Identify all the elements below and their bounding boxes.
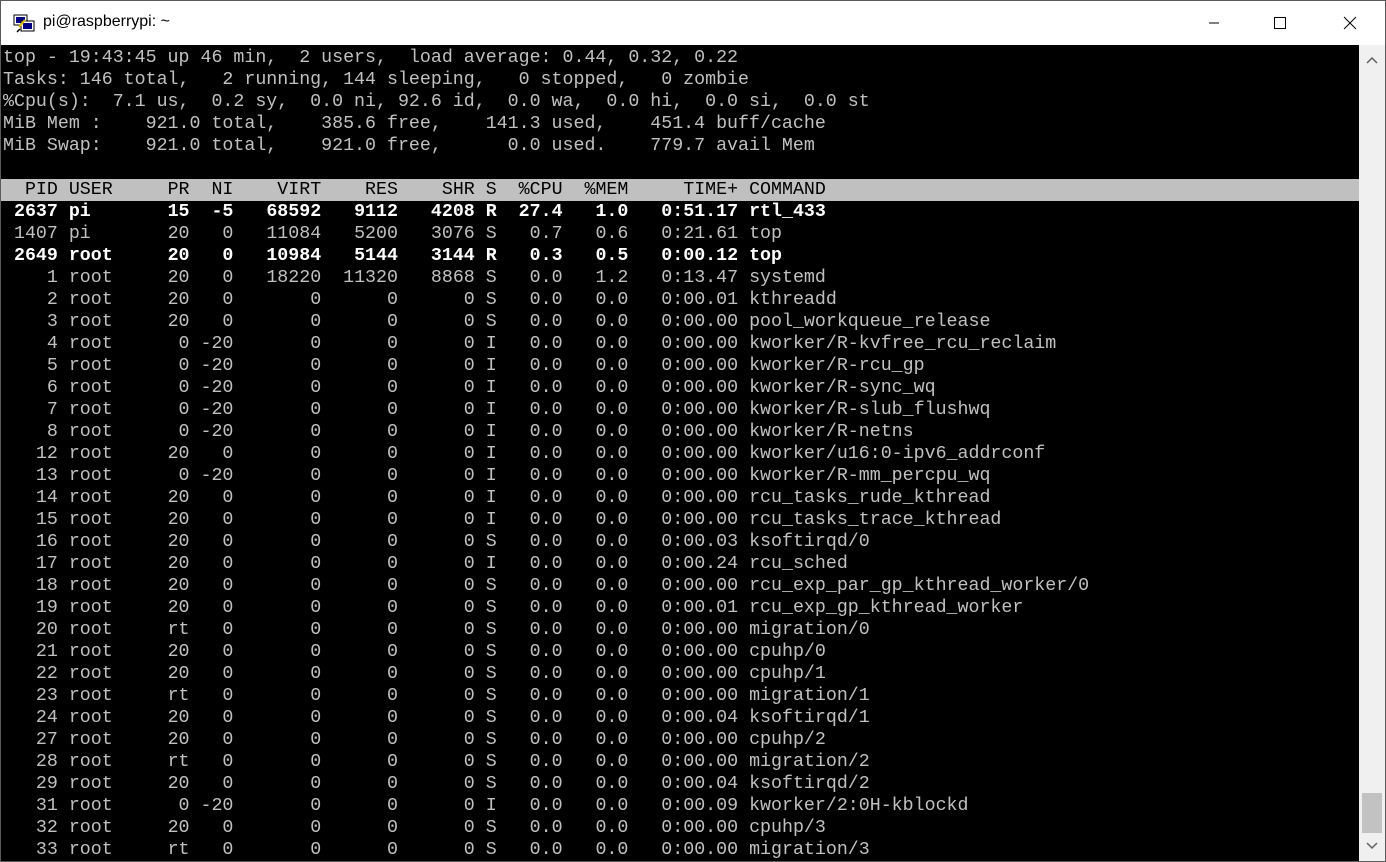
process-row: 2637 pi 15 -5 68592 9112 4208 R 27.4 1.0… bbox=[3, 202, 826, 222]
process-row: 3 root 20 0 0 0 0 S 0.0 0.0 0:00.00 pool… bbox=[3, 312, 991, 332]
process-row: 33 root rt 0 0 0 0 S 0.0 0.0 0:00.00 mig… bbox=[3, 840, 870, 860]
process-row: 5 root 0 -20 0 0 0 I 0.0 0.0 0:00.00 kwo… bbox=[3, 356, 925, 376]
process-row: 15 root 20 0 0 0 0 I 0.0 0.0 0:00.00 rcu… bbox=[3, 510, 1002, 530]
summary-line: MiB Swap: 921.0 total, 921.0 free, 0.0 u… bbox=[3, 136, 815, 156]
putty-icon[interactable] bbox=[13, 12, 35, 34]
process-row: 12 root 20 0 0 0 0 I 0.0 0.0 0:00.00 kwo… bbox=[3, 444, 1046, 464]
putty-window: pi@raspberrypi: ~ top - 19:43:45 up 46 m… bbox=[0, 0, 1386, 862]
process-row: 21 root 20 0 0 0 0 S 0.0 0.0 0:00.00 cpu… bbox=[3, 642, 826, 662]
process-row: 2 root 20 0 0 0 0 S 0.0 0.0 0:00.01 kthr… bbox=[3, 290, 837, 310]
process-row: 29 root 20 0 0 0 0 S 0.0 0.0 0:00.04 kso… bbox=[3, 774, 870, 794]
scroll-up-icon bbox=[1366, 56, 1378, 64]
summary-line: %Cpu(s): 7.1 us, 0.2 sy, 0.0 ni, 92.6 id… bbox=[3, 92, 870, 112]
process-row: 19 root 20 0 0 0 0 S 0.0 0.0 0:00.01 rcu… bbox=[3, 598, 1024, 618]
process-row: 32 root 20 0 0 0 0 S 0.0 0.0 0:00.00 cpu… bbox=[3, 818, 826, 838]
process-row: 23 root rt 0 0 0 0 S 0.0 0.0 0:00.00 mig… bbox=[3, 686, 870, 706]
close-button[interactable] bbox=[1327, 1, 1373, 45]
summary-line: top - 19:43:45 up 46 min, 2 users, load … bbox=[3, 48, 739, 68]
process-row: 20 root rt 0 0 0 0 S 0.0 0.0 0:00.00 mig… bbox=[3, 620, 870, 640]
process-row: 1407 pi 20 0 11084 5200 3076 S 0.7 0.6 0… bbox=[3, 224, 782, 244]
vertical-scrollbar[interactable] bbox=[1359, 45, 1385, 861]
window-title: pi@raspberrypi: ~ bbox=[43, 13, 170, 30]
maximize-button[interactable] bbox=[1257, 1, 1303, 45]
process-row: 22 root 20 0 0 0 0 S 0.0 0.0 0:00.00 cpu… bbox=[3, 664, 826, 684]
process-row: 4 root 0 -20 0 0 0 I 0.0 0.0 0:00.00 kwo… bbox=[3, 334, 1057, 354]
title-bar[interactable]: pi@raspberrypi: ~ bbox=[1, 1, 1385, 45]
process-row: 16 root 20 0 0 0 0 S 0.0 0.0 0:00.03 kso… bbox=[3, 532, 870, 552]
column-header: PID USER PR NI VIRT RES SHR S %CPU %MEM … bbox=[1, 179, 1359, 201]
process-row: 27 root 20 0 0 0 0 S 0.0 0.0 0:00.00 cpu… bbox=[3, 730, 826, 750]
summary-line: Tasks: 146 total, 2 running, 144 sleepin… bbox=[3, 70, 749, 90]
scroll-down-icon bbox=[1366, 842, 1378, 850]
process-row: 14 root 20 0 0 0 0 I 0.0 0.0 0:00.00 rcu… bbox=[3, 488, 991, 508]
process-row: 13 root 0 -20 0 0 0 I 0.0 0.0 0:00.00 kw… bbox=[3, 466, 991, 486]
process-row: 6 root 0 -20 0 0 0 I 0.0 0.0 0:00.00 kwo… bbox=[3, 378, 936, 398]
scroll-down-button[interactable] bbox=[1359, 833, 1385, 859]
terminal-screen[interactable]: top - 19:43:45 up 46 min, 2 users, load … bbox=[1, 45, 1359, 861]
process-row: 8 root 0 -20 0 0 0 I 0.0 0.0 0:00.00 kwo… bbox=[3, 422, 914, 442]
minimize-button[interactable] bbox=[1191, 1, 1237, 45]
process-row: 2649 root 20 0 10984 5144 3144 R 0.3 0.5… bbox=[3, 246, 782, 266]
maximize-icon bbox=[1274, 17, 1286, 29]
process-row: 1 root 20 0 18220 11320 8868 S 0.0 1.2 0… bbox=[3, 268, 826, 288]
summary-line: MiB Mem : 921.0 total, 385.6 free, 141.3… bbox=[3, 114, 826, 134]
process-row: 7 root 0 -20 0 0 0 I 0.0 0.0 0:00.00 kwo… bbox=[3, 400, 991, 420]
process-row: 17 root 20 0 0 0 0 I 0.0 0.0 0:00.24 rcu… bbox=[3, 554, 848, 574]
process-row: 28 root rt 0 0 0 0 S 0.0 0.0 0:00.00 mig… bbox=[3, 752, 870, 772]
close-icon bbox=[1343, 16, 1357, 30]
scrollbar-thumb[interactable] bbox=[1362, 793, 1382, 833]
minimize-icon bbox=[1209, 22, 1219, 24]
scroll-up-button[interactable] bbox=[1359, 47, 1385, 73]
process-row: 18 root 20 0 0 0 0 S 0.0 0.0 0:00.00 rcu… bbox=[3, 576, 1090, 596]
process-row: 31 root 0 -20 0 0 0 I 0.0 0.0 0:00.09 kw… bbox=[3, 796, 969, 816]
process-row: 24 root 20 0 0 0 0 S 0.0 0.0 0:00.04 kso… bbox=[3, 708, 870, 728]
